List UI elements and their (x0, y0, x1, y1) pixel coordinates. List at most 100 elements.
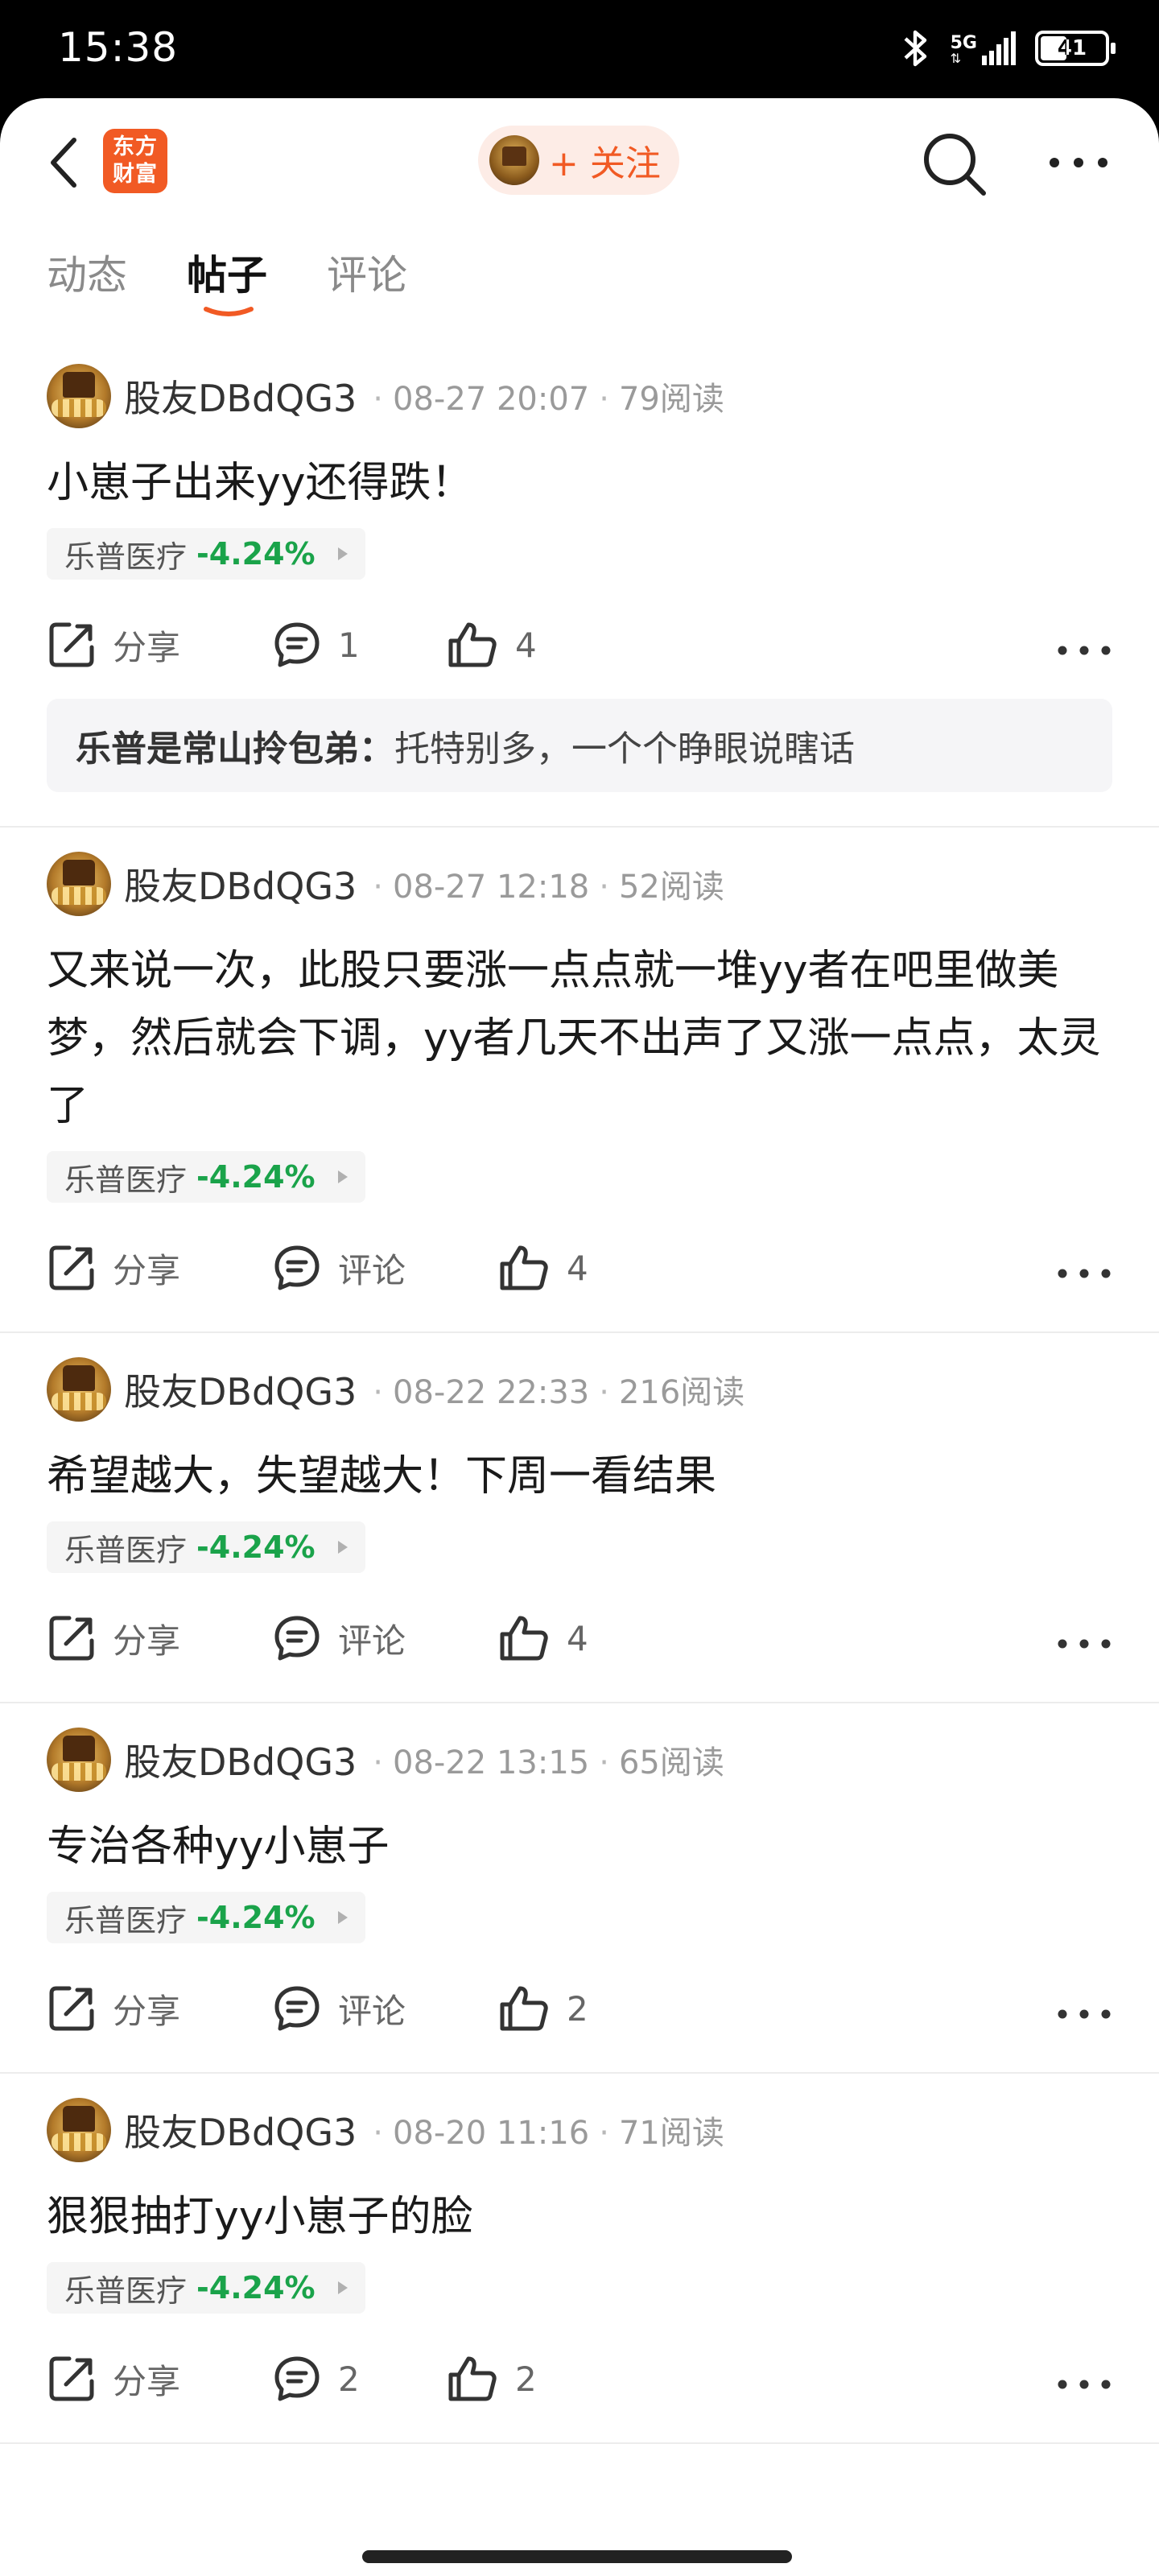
comment-button[interactable]: 评论 (272, 1243, 406, 1293)
avatar[interactable] (47, 2098, 111, 2162)
network-indicator: 5G ⇅ (951, 31, 1017, 65)
stock-tag[interactable]: 乐普医疗 -4.24% (47, 1892, 365, 1943)
stock-tag[interactable]: 乐普医疗 -4.24% (47, 1521, 365, 1573)
post-time: 08-20 11:16 (393, 2115, 590, 2152)
like-count: 4 (567, 1618, 588, 1658)
username[interactable]: 股友DBdQG3 (124, 857, 357, 910)
post-meta: · 08-27 12:18 · 52阅读 (373, 869, 724, 906)
share-button[interactable]: 分享 (47, 1984, 180, 2033)
more-icon[interactable] (1056, 1265, 1112, 1282)
logo-line-2: 财富 (113, 162, 158, 187)
read-count: 71阅读 (618, 2115, 724, 2152)
profile-page: 东方 财富 + 关注 动态 帖子 评论 股友DBdQG3 · 08-27 20:… (0, 98, 1159, 2576)
post-meta: · 08-20 11:16 · 71阅读 (373, 2115, 724, 2152)
stock-name: 乐普医疗 (64, 1162, 188, 1198)
comment-button[interactable]: 1 (272, 620, 360, 670)
like-button[interactable]: 2 (446, 2354, 537, 2404)
post-meta: · 08-27 20:07 · 79阅读 (373, 381, 724, 418)
comment-label: 评论 (338, 1250, 406, 1290)
home-indicator[interactable] (362, 2550, 792, 2563)
share-button[interactable]: 分享 (47, 1243, 180, 1293)
post-item[interactable]: 股友DBdQG3 · 08-22 13:15 · 65阅读 专治各种yy小崽子 乐普医… (0, 1703, 1159, 2074)
share-button[interactable]: 分享 (47, 2354, 180, 2404)
avatar[interactable] (47, 1357, 111, 1422)
post-text[interactable]: 又来说一次，此股只要涨一点点就一堆yy者在吧里做美梦，然后就会下调，yy者几天不… (47, 937, 1112, 1140)
post-item[interactable]: 股友DBdQG3 · 08-27 20:07 · 79阅读 小崽子出来yy还得跌！ 乐… (0, 340, 1159, 828)
header: 东方 财富 + 关注 (0, 98, 1159, 219)
stock-name: 乐普医疗 (64, 1532, 188, 1568)
follow-button[interactable]: + 关注 (478, 126, 679, 195)
post-item[interactable]: 股友DBdQG3 · 08-20 11:16 · 71阅读 狠狠抽打yy小崽子的脸 乐… (0, 2074, 1159, 2444)
share-button[interactable]: 分享 (47, 620, 180, 670)
share-icon (49, 1986, 94, 2031)
post-text[interactable]: 专治各种yy小崽子 (47, 1813, 1112, 1880)
active-tab-indicator (204, 307, 254, 316)
signal-icon (982, 31, 1016, 65)
logo-line-1: 东方 (113, 134, 158, 159)
play-icon (337, 1170, 348, 1183)
avatar[interactable] (47, 852, 111, 916)
status-icons: 5G ⇅ 41 (901, 24, 1116, 72)
tab-activity[interactable]: 动态 (47, 243, 127, 301)
like-button[interactable]: 4 (497, 1243, 588, 1293)
tab-comments[interactable]: 评论 (327, 243, 407, 301)
post-item[interactable]: 股友DBdQG3 · 08-27 12:18 · 52阅读 又来说一次，此股只要涨一点… (0, 828, 1159, 1333)
back-icon[interactable] (42, 130, 87, 195)
more-icon[interactable] (1056, 1636, 1112, 1652)
like-count: 2 (515, 2359, 537, 2399)
comment-button[interactable]: 评论 (272, 1613, 406, 1663)
username[interactable]: 股友DBdQG3 (124, 369, 357, 423)
share-icon (49, 2356, 94, 2401)
stock-change: -4.24% (196, 1900, 316, 1935)
more-icon[interactable] (1056, 2376, 1112, 2392)
more-icon[interactable] (1056, 2006, 1112, 2022)
post-feed: 股友DBdQG3 · 08-27 20:07 · 79阅读 小崽子出来yy还得跌！ 乐… (0, 340, 1159, 2444)
bluetooth-icon (904, 30, 926, 67)
share-icon (49, 1245, 94, 1290)
thumbs-up-icon (500, 1616, 548, 1661)
tab-posts[interactable]: 帖子 (187, 243, 267, 301)
comment-preview[interactable]: 乐普是常山拎包弟：托特别多，一个个睁眼说瞎话 (47, 699, 1112, 792)
search-icon[interactable] (919, 129, 990, 200)
stock-change: -4.24% (196, 1530, 316, 1565)
comment-button[interactable]: 评论 (272, 1984, 406, 2033)
share-label: 分享 (113, 1991, 181, 2031)
stock-tag[interactable]: 乐普医疗 -4.24% (47, 528, 365, 580)
comment-text: 托特别多，一个个睁眼说瞎话 (394, 729, 855, 770)
post-header: 股友DBdQG3 · 08-27 12:18 · 52阅读 (47, 828, 1112, 932)
post-text[interactable]: 狠狠抽打yy小崽子的脸 (47, 2183, 1112, 2251)
comment-author: 乐普是常山拎包弟： (76, 729, 394, 770)
comment-label: 1 (338, 625, 360, 665)
play-icon (337, 2281, 348, 2294)
post-time: 08-27 20:07 (393, 381, 590, 418)
stock-change: -4.24% (196, 1159, 316, 1195)
status-time: 15:38 (58, 24, 179, 71)
share-button[interactable]: 分享 (47, 1613, 180, 1663)
username[interactable]: 股友DBdQG3 (124, 1363, 357, 1416)
post-header: 股友DBdQG3 · 08-27 20:07 · 79阅读 (47, 340, 1112, 444)
comment-button[interactable]: 2 (272, 2354, 360, 2404)
post-header: 股友DBdQG3 · 08-20 11:16 · 71阅读 (47, 2074, 1112, 2178)
share-icon (49, 1616, 94, 1661)
post-text[interactable]: 小崽子出来yy还得跌！ (47, 449, 1112, 517)
battery-icon: 41 (1035, 31, 1116, 66)
stock-name: 乐普医疗 (64, 2273, 188, 2309)
username[interactable]: 股友DBdQG3 (124, 2103, 357, 2157)
share-label: 分享 (113, 1620, 181, 1661)
like-button[interactable]: 4 (446, 620, 537, 670)
more-options-icon[interactable] (1046, 147, 1111, 179)
stock-tag[interactable]: 乐普医疗 -4.24% (47, 2262, 365, 2314)
thumbs-up-icon (500, 1986, 548, 2031)
post-text[interactable]: 希望越大，失望越大！下周一看结果 (47, 1443, 1112, 1510)
like-button[interactable]: 4 (497, 1613, 588, 1663)
post-item[interactable]: 股友DBdQG3 · 08-22 22:33 · 216阅读 希望越大，失望越大！下周… (0, 1333, 1159, 1703)
like-button[interactable]: 2 (497, 1984, 588, 2033)
post-actions: 分享 评论 4 (47, 1573, 1112, 1702)
more-icon[interactable] (1056, 642, 1112, 658)
avatar[interactable] (47, 364, 111, 428)
stock-tag[interactable]: 乐普医疗 -4.24% (47, 1151, 365, 1203)
avatar (489, 135, 539, 185)
username[interactable]: 股友DBdQG3 (124, 1733, 357, 1786)
app-logo[interactable]: 东方 财富 (103, 129, 167, 193)
avatar[interactable] (47, 1728, 111, 1792)
